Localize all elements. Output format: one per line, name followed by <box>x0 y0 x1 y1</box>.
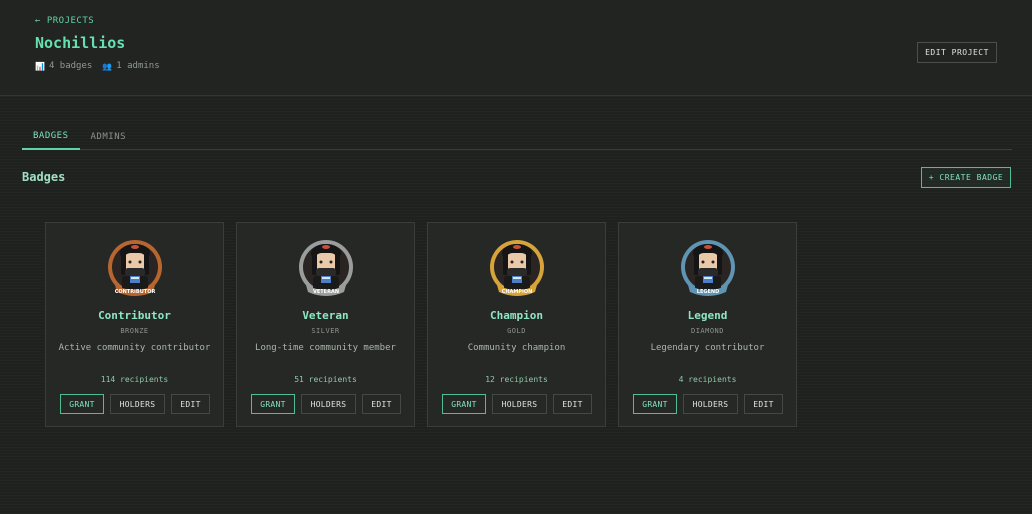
badge-ribbon-text: CHAMPION <box>502 289 533 295</box>
holders-button[interactable]: HOLDERS <box>110 394 165 414</box>
badge-name: Contributor <box>98 309 171 322</box>
edit-project-button[interactable]: EDIT PROJECT <box>917 42 997 63</box>
holders-button[interactable]: HOLDERS <box>492 394 547 414</box>
badge-name: Legend <box>687 309 728 322</box>
holders-button[interactable]: HOLDERS <box>301 394 356 414</box>
badge-recipients: 12 recipients <box>485 375 548 384</box>
badge-actions: GRANT HOLDERS EDIT <box>60 394 210 414</box>
edit-badge-button[interactable]: EDIT <box>362 394 401 414</box>
holders-button[interactable]: HOLDERS <box>683 394 738 414</box>
badge-ribbon-text: CONTRIBUTOR <box>115 289 156 295</box>
badge-recipients: 4 recipients <box>678 375 737 384</box>
badge-recipients: 114 recipients <box>100 375 169 384</box>
grant-button[interactable]: GRANT <box>60 394 104 414</box>
badge-avatar-icon: LEGEND <box>681 240 735 296</box>
badge-description: Legendary contributor <box>650 343 765 353</box>
badge-actions: GRANT HOLDERS EDIT <box>633 394 783 414</box>
badge-actions: GRANT HOLDERS EDIT <box>442 394 592 414</box>
badge-count-text: 4 badges <box>48 61 93 71</box>
badge-tier: SILVER <box>311 327 340 335</box>
badge-description: Long-time community member <box>255 343 396 353</box>
badge-count: 📊 4 badges <box>35 61 92 71</box>
admin-count: 👥 1 admins <box>102 61 159 71</box>
project-header: ← PROJECTS Nochillios 📊 4 badges 👥 1 adm… <box>0 0 1032 96</box>
badge-tier: DIAMOND <box>690 327 724 335</box>
edit-badge-button[interactable]: EDIT <box>744 394 783 414</box>
people-icon: 👥 <box>102 61 113 71</box>
grant-button[interactable]: GRANT <box>442 394 486 414</box>
create-badge-button[interactable]: + CREATE BADGE <box>921 167 1011 188</box>
grant-button[interactable]: GRANT <box>633 394 677 414</box>
tab-admins[interactable]: ADMINS <box>80 124 138 150</box>
badge-card: VETERAN Veteran SILVER Long-time communi… <box>236 222 415 427</box>
badge-actions: GRANT HOLDERS EDIT <box>251 394 401 414</box>
badge-name: Champion <box>490 309 543 322</box>
badge-avatar-icon: VETERAN <box>299 240 353 296</box>
badge-description: Active community contributor <box>58 343 211 353</box>
section-title: Badges <box>22 170 66 184</box>
tab-bar: BADGES ADMINS <box>22 124 1012 150</box>
chart-icon: 📊 <box>35 61 45 71</box>
admin-count-text: 1 admins <box>116 61 160 71</box>
badge-card: LEGEND Legend DIAMOND Legendary contribu… <box>618 222 797 427</box>
project-meta: 📊 4 badges 👥 1 admins <box>35 61 160 71</box>
badge-tier: GOLD <box>507 327 526 335</box>
badge-card: CHAMPION Champion GOLD Community champio… <box>427 222 606 427</box>
badge-description: Community champion <box>467 343 566 353</box>
badge-tier: BRONZE <box>120 327 149 335</box>
badge-avatar-icon: CHAMPION <box>490 240 544 296</box>
tab-badges[interactable]: BADGES <box>22 124 80 150</box>
grant-button[interactable]: GRANT <box>251 394 295 414</box>
project-title: Nochillios <box>35 34 126 52</box>
badge-ribbon-text: LEGEND <box>697 289 719 295</box>
edit-badge-button[interactable]: EDIT <box>553 394 592 414</box>
badge-avatar-icon: CONTRIBUTOR <box>108 240 162 296</box>
badge-ribbon-text: VETERAN <box>313 289 339 295</box>
badge-recipients: 51 recipients <box>294 375 357 384</box>
edit-badge-button[interactable]: EDIT <box>171 394 210 414</box>
badge-card: CONTRIBUTOR Contributor BRONZE Active co… <box>45 222 224 427</box>
back-to-projects-link[interactable]: ← PROJECTS <box>35 16 94 26</box>
badge-name: Veteran <box>302 309 349 322</box>
